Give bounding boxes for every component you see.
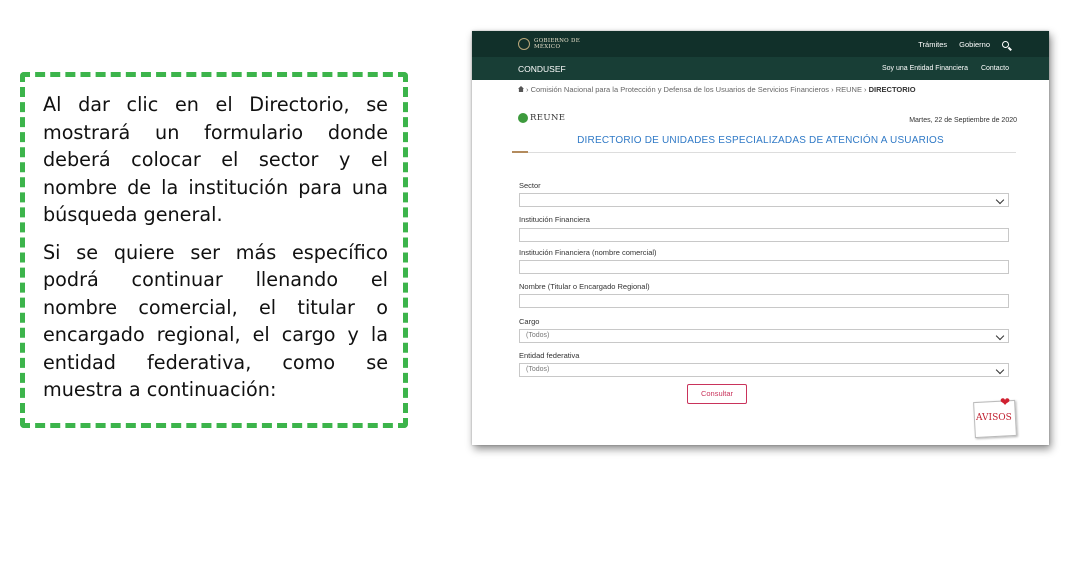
sector-label: Sector	[519, 181, 541, 190]
condusef-bar: CONDUSEF Soy una Entidad Financiera Cont…	[472, 57, 1049, 80]
search-icon[interactable]	[1002, 41, 1009, 48]
nav-tramites-link[interactable]: Trámites	[918, 40, 947, 49]
nombre-comercial-label: Institución Financiera (nombre comercial…	[519, 248, 657, 257]
breadcrumb-path[interactable]: › Comisión Nacional para la Protección y…	[526, 85, 869, 94]
cargo-select-value: (Todos)	[526, 332, 550, 339]
cargo-label: Cargo	[519, 317, 540, 326]
condusef-brand[interactable]: CONDUSEF	[518, 64, 566, 74]
nav-entidad-financiera-link[interactable]: Soy una Entidad Financiera	[882, 65, 968, 72]
page-title: DIRECTORIO DE UNIDADES ESPECIALIZADAS DE…	[577, 135, 944, 146]
heart-icon: ❤	[1000, 395, 1011, 409]
chevron-down-icon	[995, 365, 1005, 375]
institucion-label: Institución Financiera	[519, 215, 590, 224]
home-icon[interactable]	[518, 86, 524, 92]
nombre-comercial-input[interactable]	[519, 260, 1009, 274]
consultar-button[interactable]: Consultar	[687, 384, 747, 404]
titular-input[interactable]	[519, 294, 1009, 308]
institucion-input[interactable]	[519, 228, 1009, 242]
entidad-select-value: (Todos)	[526, 366, 550, 373]
instructions-text: Al dar clic en el Directorio, se mostrar…	[43, 91, 388, 414]
chevron-down-icon	[995, 195, 1005, 205]
avisos-badge[interactable]: ❤ AVISOS	[973, 395, 1017, 439]
title-divider-accent	[512, 151, 528, 153]
gov-topbar: GOBIERNO DE MÉXICO Trámites Gobierno	[472, 31, 1049, 57]
nav-contacto-link[interactable]: Contacto	[981, 65, 1009, 72]
instructions-paragraph-1: Al dar clic en el Directorio, se mostrar…	[43, 93, 388, 226]
sub-nav: Soy una Entidad Financiera Contacto	[882, 65, 1009, 72]
reune-logo-icon	[518, 113, 528, 123]
instructions-box: Al dar clic en el Directorio, se mostrar…	[20, 72, 408, 428]
current-date: Martes, 22 de Septiembre de 2020	[909, 117, 1017, 124]
breadcrumb-current: DIRECTORIO	[868, 85, 916, 94]
instructions-paragraph-2: Si se quiere ser más específico podrá co…	[43, 240, 388, 402]
sector-select[interactable]	[519, 193, 1009, 207]
cargo-select[interactable]: (Todos)	[519, 329, 1009, 343]
eagle-emblem-icon	[518, 38, 530, 50]
top-nav: Trámites Gobierno	[918, 40, 1009, 49]
breadcrumb: › Comisión Nacional para la Protección y…	[518, 85, 916, 94]
entidad-label: Entidad federativa	[519, 351, 580, 360]
avisos-label: AVISOS	[976, 413, 1012, 423]
reune-logo: REUNE	[518, 113, 565, 123]
titular-label: Nombre (Titular o Encargado Regional)	[519, 282, 650, 291]
gov-logo-line2: MÉXICO	[534, 44, 561, 50]
gov-logo[interactable]: GOBIERNO DE MÉXICO	[518, 37, 580, 51]
nav-gobierno-link[interactable]: Gobierno	[959, 40, 990, 49]
title-divider	[512, 152, 1016, 153]
chevron-down-icon	[995, 331, 1005, 341]
entidad-select[interactable]: (Todos)	[519, 363, 1009, 377]
directory-screenshot: GOBIERNO DE MÉXICO Trámites Gobierno CON…	[472, 31, 1049, 445]
reune-logo-text: REUNE	[530, 113, 566, 123]
